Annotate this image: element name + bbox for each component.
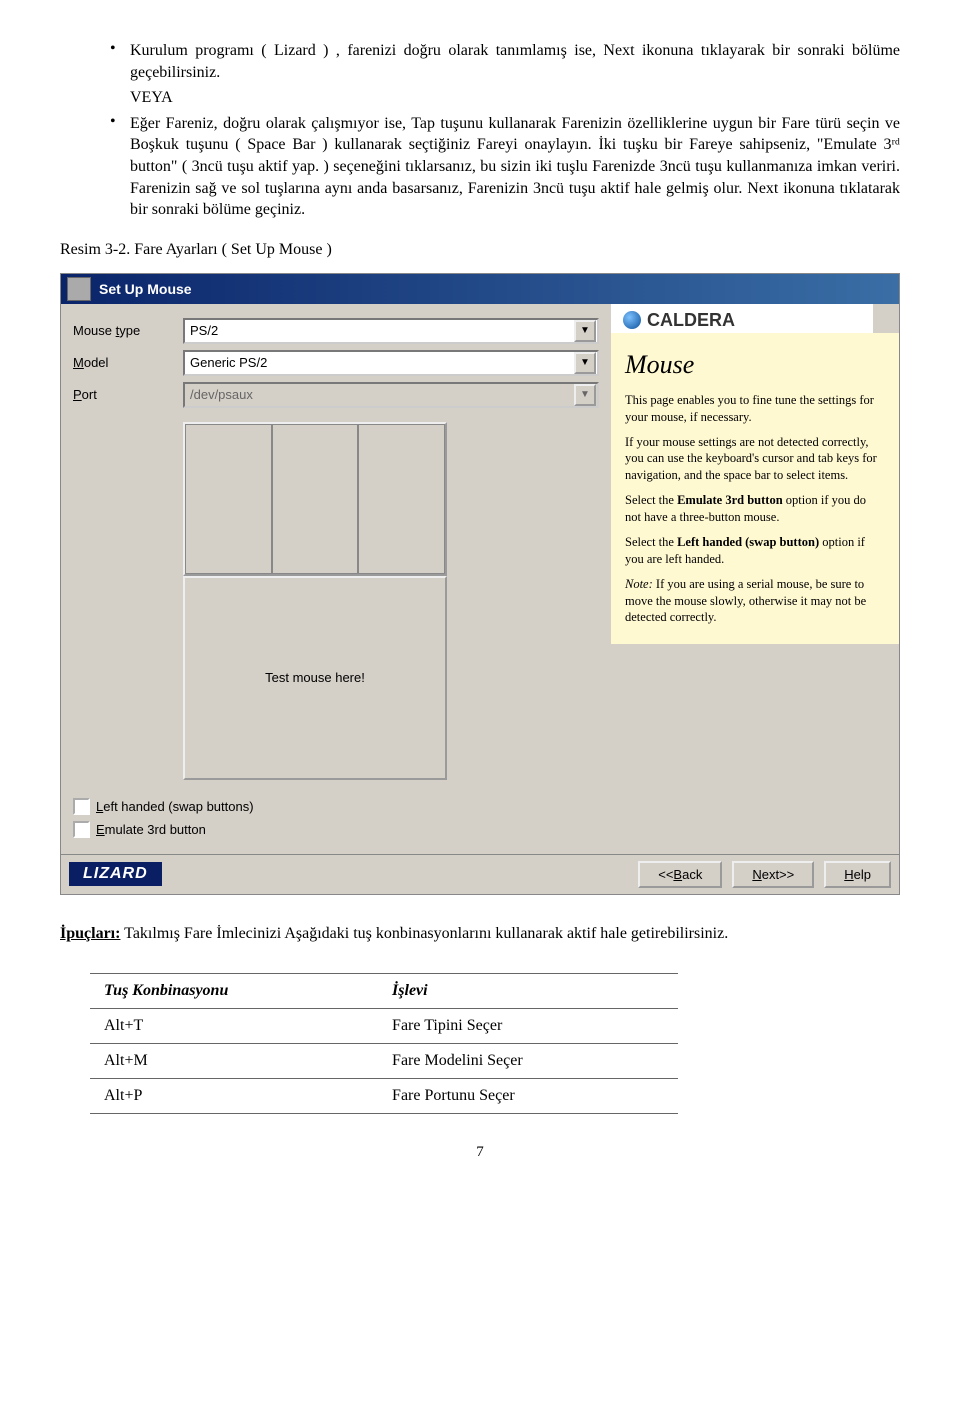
mouse-button-right-preview [358, 424, 445, 574]
table-header-func: İşlevi [378, 973, 678, 1008]
key-combination-table: Tuş Konbinasyonu İşlevi Alt+TFare Tipini… [90, 973, 678, 1114]
help-heading: Mouse [625, 347, 885, 382]
mouse-button-middle-preview [272, 424, 359, 574]
tips-text: Takılmış Fare İmlecinizi Aşağıdaki tuş k… [120, 925, 728, 942]
help-p2: If your mouse settings are not detected … [625, 434, 885, 485]
left-handed-label: Left handed (swap buttons) [96, 799, 254, 814]
caldera-brand: CALDERA [611, 304, 873, 333]
bullet-veya: VEYA [130, 87, 173, 109]
help-button[interactable]: Help [824, 861, 891, 888]
figure-caption: Resim 3-2. Fare Ayarları ( Set Up Mouse … [60, 241, 900, 259]
mouse-type-value: PS/2 [185, 323, 573, 338]
tips-label: İpuçları: [60, 925, 120, 942]
caldera-logo-icon [623, 311, 641, 329]
emulate-3rd-label: Emulate 3rd button [96, 822, 206, 837]
port-value: /dev/psaux [185, 387, 573, 402]
tips-paragraph: İpuçları: Takılmış Fare İmlecinizi Aşağı… [60, 925, 900, 943]
back-button[interactable]: <<Back [638, 861, 722, 888]
bullet-dot: • [110, 113, 130, 221]
next-button[interactable]: Next>> [732, 861, 814, 888]
lizard-brand: LIZARD [69, 862, 162, 886]
help-p5: Note: If you are using a serial mouse, b… [625, 576, 885, 627]
table-row: Alt+PFare Portunu Seçer [90, 1078, 678, 1113]
model-value: Generic PS/2 [185, 355, 573, 370]
table-row: Alt+TFare Tipini Seçer [90, 1008, 678, 1043]
setup-mouse-dialog: Set Up Mouse Mouse type PS/2 ▼ Model Gen… [60, 273, 900, 895]
chevron-down-icon: ▼ [574, 384, 596, 406]
test-area-label: Test mouse here! [265, 670, 365, 685]
caldera-brand-text: CALDERA [647, 310, 735, 331]
help-p1: This page enables you to fine tune the s… [625, 392, 885, 426]
left-handed-checkbox[interactable] [73, 798, 90, 815]
bullet-1-text: Kurulum programı ( Lizard ) , farenizi d… [130, 40, 900, 83]
dialog-title: Set Up Mouse [99, 281, 192, 297]
page-number: 7 [60, 1144, 900, 1161]
mouse-test-area[interactable]: Test mouse here! [183, 576, 447, 780]
dialog-footer: LIZARD <<Back Next>> Help [61, 854, 899, 894]
port-label: Port [73, 387, 183, 402]
help-p3: Select the Emulate 3rd button option if … [625, 492, 885, 526]
bullet-dot: • [110, 40, 130, 83]
chevron-down-icon[interactable]: ▼ [574, 320, 596, 342]
mouse-button-preview [183, 422, 447, 576]
chevron-down-icon[interactable]: ▼ [574, 352, 596, 374]
mouse-type-combo[interactable]: PS/2 ▼ [183, 318, 599, 344]
bullet-2-text: Eğer Fareniz, doğru olarak çalışmıyor is… [130, 113, 900, 221]
mouse-button-left-preview [185, 424, 272, 574]
table-row: Alt+MFare Modelini Seçer [90, 1043, 678, 1078]
dialog-titlebar: Set Up Mouse [61, 274, 899, 304]
port-combo: /dev/psaux ▼ [183, 382, 599, 408]
model-label: Model [73, 355, 183, 370]
bullet-dot [110, 87, 130, 109]
help-p4: Select the Left handed (swap button) opt… [625, 534, 885, 568]
model-combo[interactable]: Generic PS/2 ▼ [183, 350, 599, 376]
emulate-3rd-checkbox[interactable] [73, 821, 90, 838]
keyboard-icon [67, 277, 91, 301]
table-header-combo: Tuş Konbinasyonu [90, 973, 378, 1008]
help-panel: Mouse This page enables you to fine tune… [611, 333, 899, 645]
mouse-type-label: Mouse type [73, 323, 183, 338]
